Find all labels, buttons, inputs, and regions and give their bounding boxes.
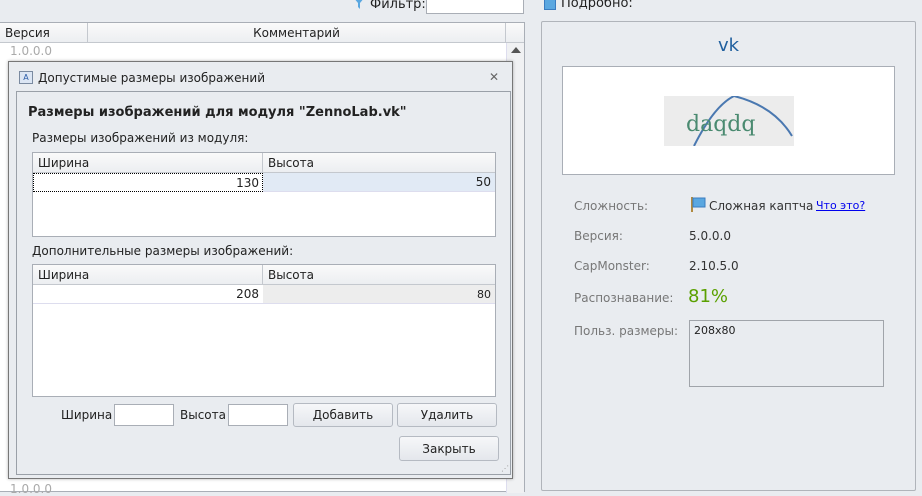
details-icon (544, 0, 556, 10)
resize-grip-icon[interactable]: ⋰ (501, 464, 509, 473)
table-cell[interactable]: 50 (263, 173, 495, 192)
column-header-height[interactable]: Высота (263, 153, 495, 173)
column-header-height[interactable]: Высота (263, 265, 495, 285)
custom-sizes-label: Польз. размеры: (574, 324, 679, 338)
width-input[interactable] (114, 404, 174, 426)
column-header-version[interactable]: Версия (0, 23, 88, 43)
module-sizes-label: Размеры изображений из модуля: (32, 131, 249, 145)
list-item[interactable]: 1.0.0.0 (10, 44, 52, 58)
dialog-heading: Размеры изображений для модуля "ZennoLab… (28, 105, 407, 120)
difficulty-value: Сложная каптча (709, 199, 814, 213)
version-value: 5.0.0.0 (689, 229, 731, 243)
table-cell[interactable]: 80 (263, 285, 495, 304)
svg-text:daqdq: daqdq (686, 112, 755, 137)
dialog-app-icon: A (19, 71, 33, 84)
width-label: Ширина (61, 408, 113, 422)
extra-sizes-table: Ширина Высота 208 80 (32, 264, 496, 397)
close-icon[interactable]: ✕ (489, 70, 499, 84)
captcha-preview: daqdq (562, 66, 895, 175)
filter-input[interactable] (426, 0, 524, 14)
version-label: Версия: (574, 229, 623, 243)
capmonster-value: 2.10.5.0 (689, 259, 739, 273)
dialog-body: Размеры изображений для модуля "ZennoLab… (16, 91, 511, 475)
column-header-width[interactable]: Ширина (33, 153, 263, 173)
list-item[interactable]: 1.0.0.0 (10, 482, 52, 496)
recognition-value: 81% (688, 286, 729, 307)
extra-sizes-label: Дополнительные размеры изображений: (32, 244, 294, 258)
column-header-width[interactable]: Ширина (33, 265, 263, 285)
column-header-comment[interactable]: Комментарий (88, 23, 506, 43)
details-panel: vk daqdq Сложность: Сложная каптча Что э… (541, 21, 916, 491)
dialog-title: Допустимые размеры изображений (38, 71, 265, 85)
custom-sizes-box[interactable]: 208x80 (689, 320, 884, 387)
scroll-up-icon[interactable] (511, 47, 521, 53)
close-button[interactable]: Закрыть (399, 436, 499, 461)
recognition-label: Распознавание: (574, 291, 674, 305)
delete-button[interactable]: Удалить (397, 403, 497, 427)
module-name: vk (717, 35, 740, 56)
height-label: Высота (180, 408, 226, 422)
table-cell[interactable]: 130 (33, 173, 263, 192)
add-button[interactable]: Добавить (293, 403, 393, 427)
module-sizes-table: Ширина Высота 130 50 (32, 152, 496, 237)
flag-icon (690, 196, 706, 212)
capmonster-label: CapMonster: (574, 259, 650, 273)
filter-icon (352, 0, 366, 10)
difficulty-label: Сложность: (574, 199, 649, 213)
what-is-this-link[interactable]: Что это? (816, 199, 865, 212)
height-input[interactable] (228, 404, 288, 426)
table-cell[interactable]: 208 (33, 285, 263, 304)
filter-label: Фильтр: (370, 0, 426, 12)
details-header: Подробно: (561, 0, 633, 11)
captcha-image: daqdq (664, 96, 794, 146)
sizes-dialog: A Допустимые размеры изображений ✕ Разме… (8, 61, 513, 479)
